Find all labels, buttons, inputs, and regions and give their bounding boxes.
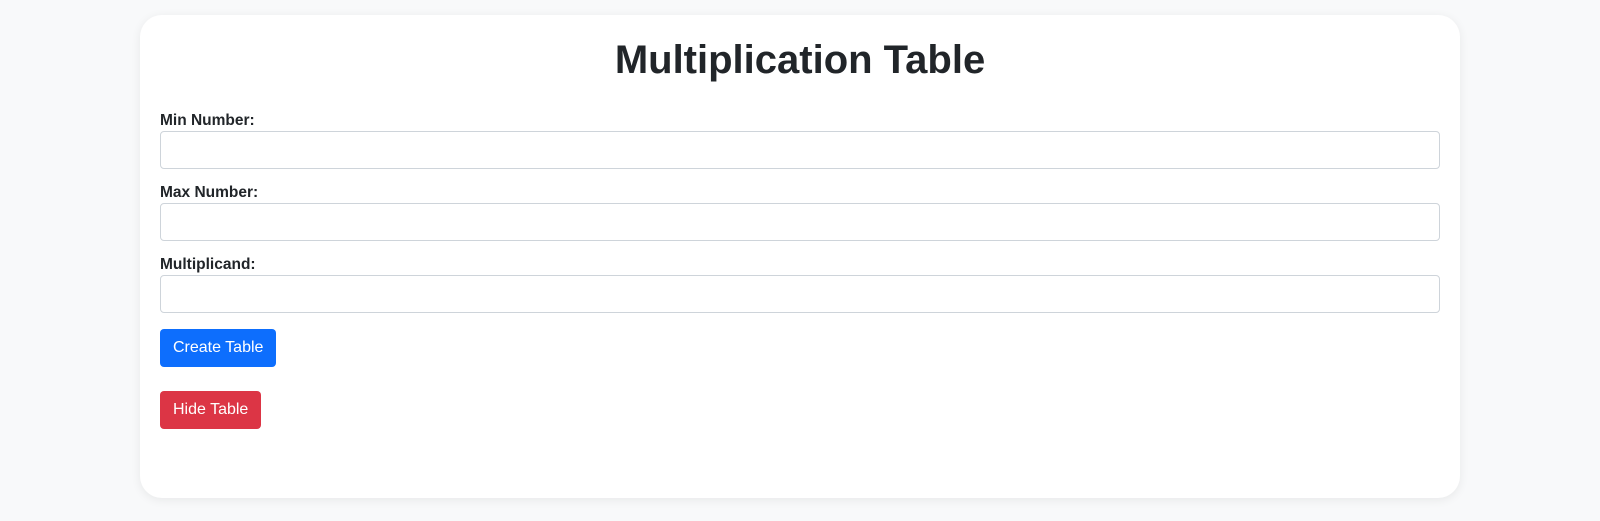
max-number-input[interactable] [160,203,1440,241]
multiplication-table-card: Multiplication Table Min Number: Max Num… [140,15,1460,498]
max-number-label: Max Number: [160,184,259,201]
hide-table-button[interactable]: Hide Table [160,391,262,429]
min-number-field-group: Min Number: [160,111,1440,169]
min-number-input[interactable] [160,131,1440,169]
multiplicand-field-group: Multiplicand: [160,255,1440,313]
create-table-button[interactable]: Create Table [160,329,277,367]
page-title: Multiplication Table [614,38,986,82]
multiplicand-label: Multiplicand: [160,256,256,273]
min-number-label: Min Number: [160,112,255,129]
max-number-field-group: Max Number: [160,183,1440,241]
multiplicand-input[interactable] [160,275,1440,313]
